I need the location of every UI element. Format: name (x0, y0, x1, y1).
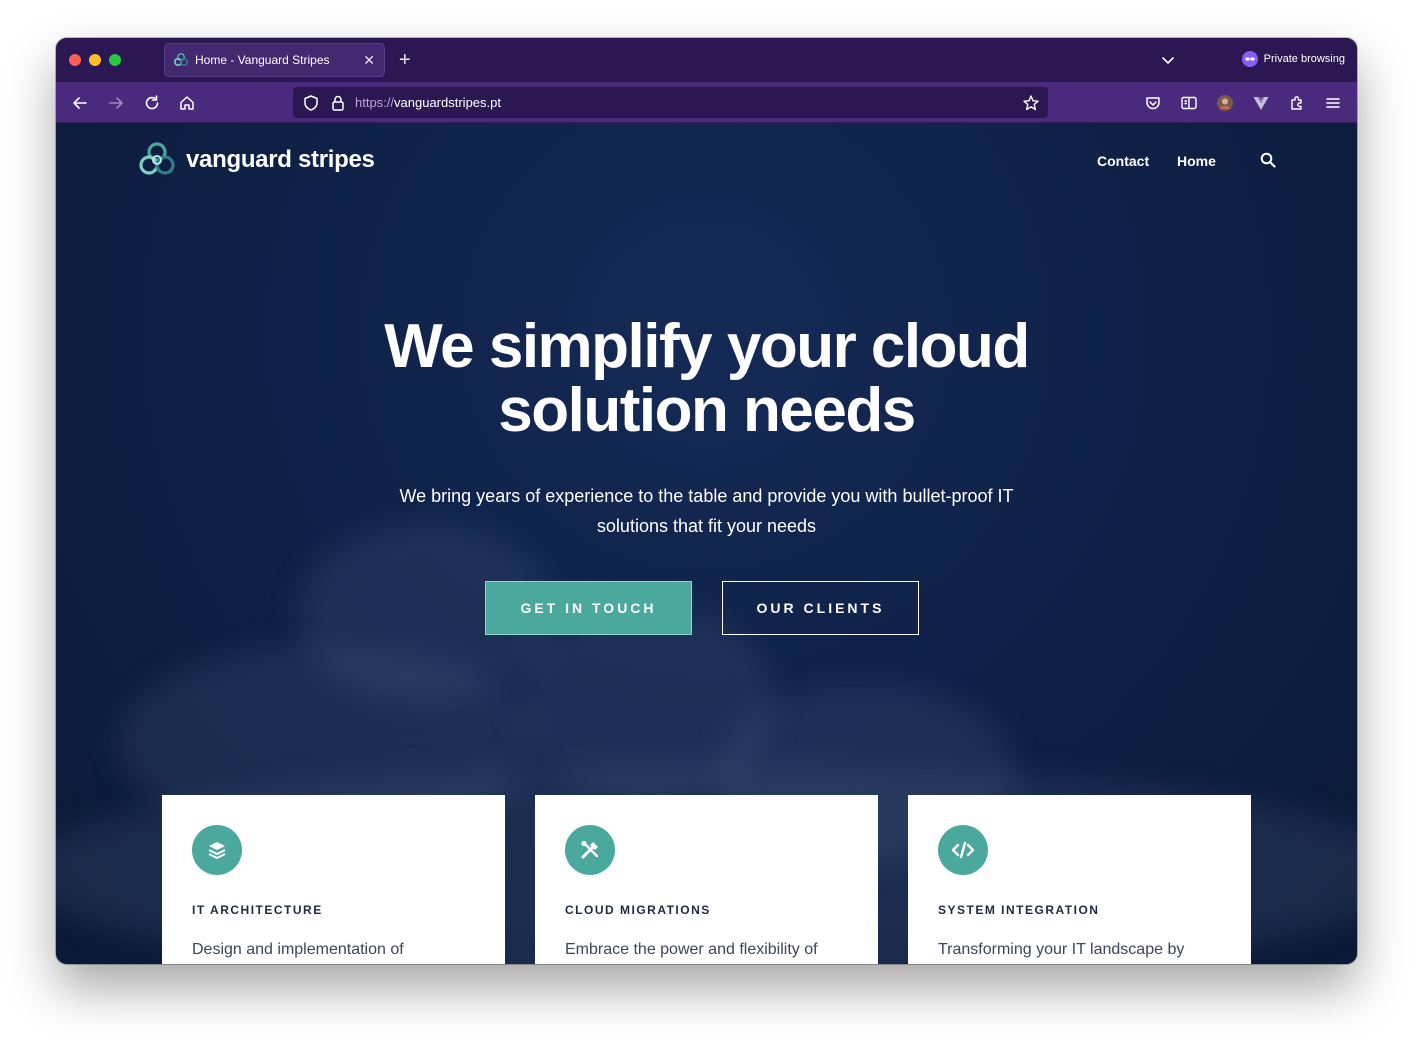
get-in-touch-button[interactable]: GET IN TOUCH (485, 581, 692, 635)
account-avatar-icon[interactable] (1216, 94, 1234, 112)
active-tab[interactable]: Home - Vanguard Stripes ✕ (164, 43, 385, 77)
forward-arrow-icon[interactable] (107, 94, 125, 112)
vue-extension-icon[interactable] (1252, 94, 1270, 112)
service-title: IT ARCHITECTURE (192, 903, 323, 917)
address-bar[interactable]: https://vanguardstripes.pt (293, 87, 1048, 118)
service-title: SYSTEM INTEGRATION (938, 903, 1100, 917)
extensions-puzzle-icon[interactable] (1288, 94, 1306, 112)
hero-title: We simplify your cloud solution needs (56, 315, 1357, 443)
private-mask-icon (1241, 51, 1258, 67)
service-description: Design and implementation of (192, 941, 404, 958)
hero-title-line-2: solution needs (498, 376, 916, 445)
site-logo[interactable]: vanguard stripes (136, 139, 375, 181)
service-card-system-integration[interactable]: SYSTEM INTEGRATION Transforming your IT … (908, 795, 1251, 964)
service-description: Embrace the power and flexibility of (565, 941, 818, 958)
service-card-it-architecture[interactable]: IT ARCHITECTURE Design and implementatio… (162, 795, 505, 964)
our-clients-button[interactable]: OUR CLIENTS (722, 581, 919, 635)
minimize-window-button[interactable] (89, 54, 101, 66)
lock-icon[interactable] (329, 94, 347, 112)
code-icon (938, 825, 988, 875)
url-scheme: https:// (355, 95, 395, 110)
hamburger-menu-icon[interactable] (1324, 94, 1342, 112)
bookmark-star-icon[interactable] (1022, 94, 1040, 112)
search-icon[interactable] (1260, 152, 1276, 168)
zoom-window-button[interactable] (109, 54, 121, 66)
reload-icon[interactable] (143, 94, 161, 112)
service-description: Transforming your IT landscape by (938, 941, 1185, 958)
private-browsing-label: Private browsing (1263, 53, 1345, 65)
pocket-icon[interactable] (1144, 94, 1162, 112)
service-title: CLOUD MIGRATIONS (565, 903, 711, 917)
tab-title: Home - Vanguard Stripes (195, 53, 330, 67)
tools-icon (565, 825, 615, 875)
close-window-button[interactable] (69, 54, 81, 66)
layers-icon (192, 825, 242, 875)
tracking-shield-icon[interactable] (302, 94, 320, 112)
private-browsing-indicator: Private browsing (1241, 51, 1345, 67)
service-card-cloud-migrations[interactable]: CLOUD MIGRATIONS Embrace the power and f… (535, 795, 878, 964)
chevron-down-icon[interactable] (1160, 52, 1176, 68)
hero-title-line-1: We simplify your cloud (384, 312, 1030, 381)
url-text[interactable]: https://vanguardstripes.pt (355, 95, 501, 110)
new-tab-button[interactable]: + (399, 49, 411, 71)
back-arrow-icon[interactable] (71, 94, 89, 112)
home-icon[interactable] (178, 94, 196, 112)
browser-toolbar: https://vanguardstripes.pt (56, 82, 1357, 123)
url-host: vanguardstripes.pt (394, 95, 501, 110)
nav-link-home[interactable]: Home (1177, 153, 1216, 169)
browser-window: Home - Vanguard Stripes ✕ + Private brow… (56, 38, 1357, 964)
nav-link-contact[interactable]: Contact (1097, 153, 1149, 169)
site-favicon-icon (173, 52, 189, 67)
hero-subtitle: We bring years of experience to the tabl… (399, 486, 1014, 536)
reader-view-icon[interactable] (1180, 94, 1198, 112)
logo-text: vanguard stripes (186, 146, 375, 173)
web-page: vanguard stripes Contact Home We simplif… (56, 123, 1357, 964)
tab-bar: Home - Vanguard Stripes ✕ + Private brow… (56, 38, 1357, 82)
logo-knot-icon (139, 142, 175, 175)
tab-close-icon[interactable]: ✕ (363, 52, 375, 68)
